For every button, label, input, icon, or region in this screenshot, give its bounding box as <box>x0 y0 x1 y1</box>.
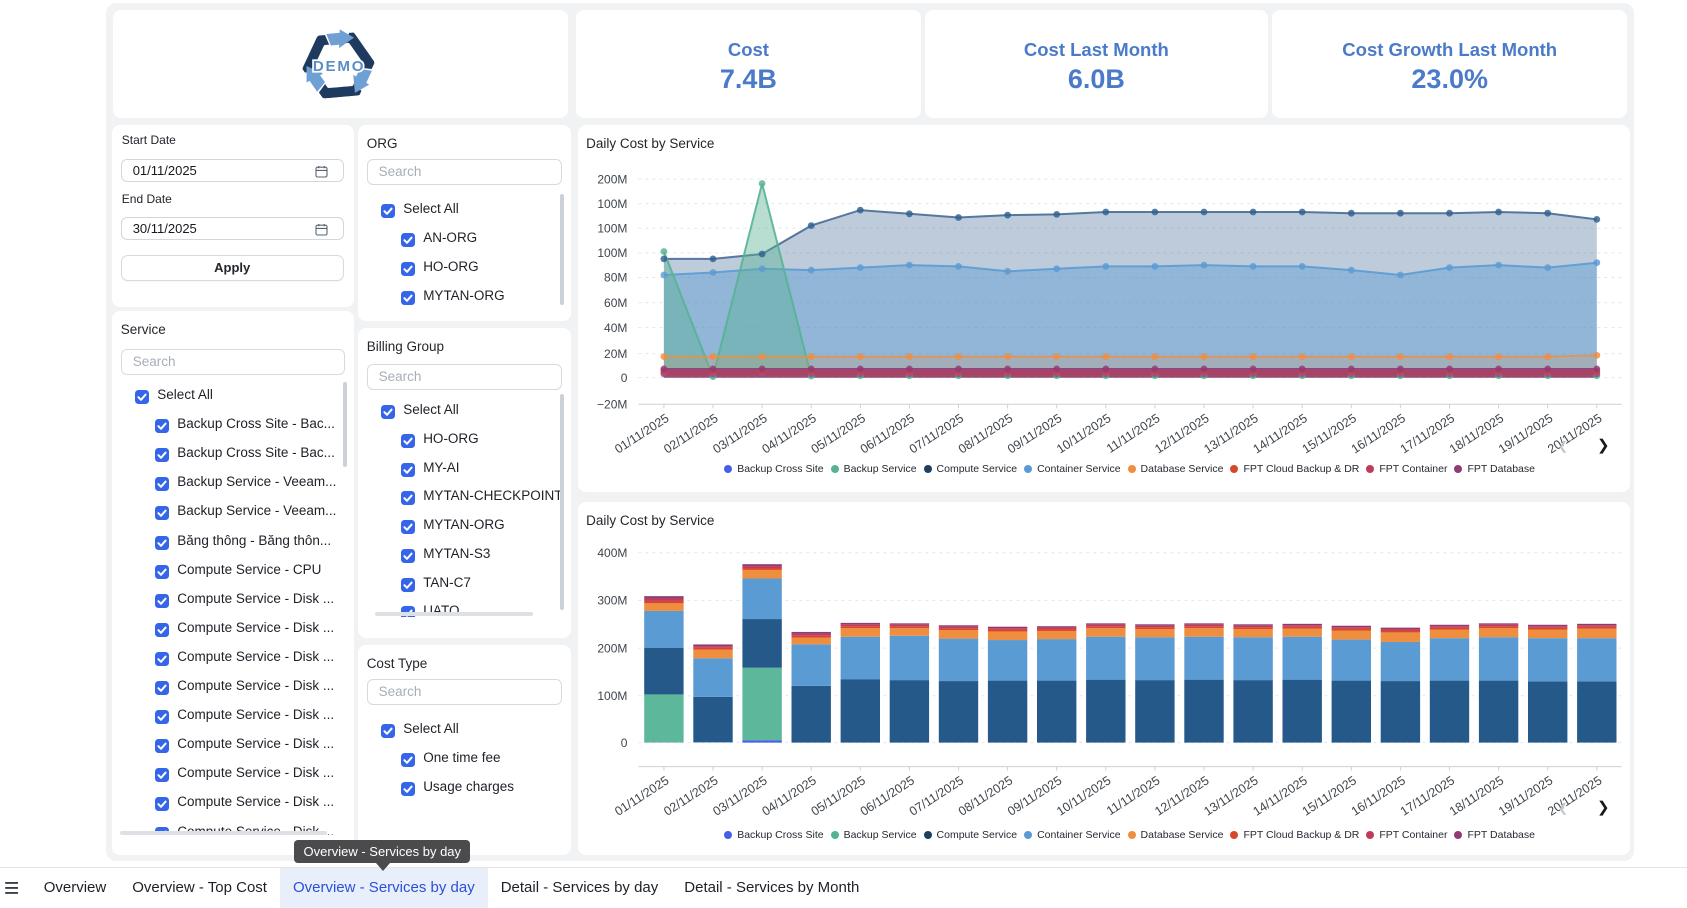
svg-text:20/11/2025: 20/11/2025 <box>1545 411 1604 456</box>
svg-text:15/11/2025: 15/11/2025 <box>1299 773 1358 818</box>
svg-text:01/11/2025: 01/11/2025 <box>612 773 671 818</box>
svg-text:−20M: −20M <box>597 398 627 412</box>
svg-text:10/11/2025: 10/11/2025 <box>1054 411 1113 456</box>
svg-text:DEMO: DEMO <box>312 58 365 75</box>
svg-text:100M: 100M <box>597 222 627 236</box>
svg-text:0: 0 <box>620 371 627 385</box>
svg-text:❮: ❮ <box>1558 801 1568 815</box>
svg-text:07/11/2025: 07/11/2025 <box>906 411 965 456</box>
svg-text:19/11/2025: 19/11/2025 <box>1496 773 1555 818</box>
svg-text:200M: 200M <box>597 641 627 655</box>
svg-text:08/11/2025: 08/11/2025 <box>956 411 1015 456</box>
svg-text:100M: 100M <box>597 689 627 703</box>
svg-text:02/11/2025: 02/11/2025 <box>661 773 720 818</box>
svg-text:12/11/2025: 12/11/2025 <box>1152 411 1211 456</box>
svg-text:09/11/2025: 09/11/2025 <box>1005 773 1064 818</box>
svg-text:13/11/2025: 13/11/2025 <box>1201 411 1260 456</box>
svg-text:05/11/2025: 05/11/2025 <box>808 411 867 456</box>
svg-text:❯: ❯ <box>1597 437 1610 454</box>
svg-text:18/11/2025: 18/11/2025 <box>1447 773 1506 818</box>
svg-text:100M: 100M <box>597 197 627 211</box>
svg-text:400M: 400M <box>597 545 627 559</box>
svg-text:19/11/2025: 19/11/2025 <box>1496 411 1555 456</box>
svg-text:17/11/2025: 17/11/2025 <box>1397 411 1456 456</box>
svg-text:❯: ❯ <box>1597 799 1610 816</box>
svg-text:14/11/2025: 14/11/2025 <box>1250 773 1309 818</box>
svg-text:20M: 20M <box>604 347 627 361</box>
svg-text:200M: 200M <box>597 173 627 187</box>
svg-text:04/11/2025: 04/11/2025 <box>759 773 818 818</box>
svg-text:40M: 40M <box>604 321 627 335</box>
svg-text:❮: ❮ <box>1558 439 1568 453</box>
svg-text:01/11/2025: 01/11/2025 <box>612 411 671 456</box>
svg-text:16/11/2025: 16/11/2025 <box>1348 773 1407 818</box>
svg-text:300M: 300M <box>597 593 627 607</box>
svg-text:11/11/2025: 11/11/2025 <box>1104 773 1163 818</box>
svg-text:06/11/2025: 06/11/2025 <box>857 411 916 456</box>
svg-text:07/11/2025: 07/11/2025 <box>906 773 965 818</box>
svg-text:14/11/2025: 14/11/2025 <box>1250 411 1309 456</box>
svg-text:60M: 60M <box>604 296 627 310</box>
svg-text:02/11/2025: 02/11/2025 <box>661 411 720 456</box>
svg-text:04/11/2025: 04/11/2025 <box>759 411 818 456</box>
svg-text:09/11/2025: 09/11/2025 <box>1005 411 1064 456</box>
svg-text:15/11/2025: 15/11/2025 <box>1299 411 1358 456</box>
svg-text:06/11/2025: 06/11/2025 <box>857 773 916 818</box>
svg-text:08/11/2025: 08/11/2025 <box>956 773 1015 818</box>
svg-text:03/11/2025: 03/11/2025 <box>710 773 769 818</box>
svg-text:13/11/2025: 13/11/2025 <box>1201 773 1260 818</box>
svg-text:100M: 100M <box>597 246 627 260</box>
svg-text:12/11/2025: 12/11/2025 <box>1152 773 1211 818</box>
svg-text:80M: 80M <box>604 271 627 285</box>
svg-text:11/11/2025: 11/11/2025 <box>1104 411 1163 456</box>
svg-text:05/11/2025: 05/11/2025 <box>808 773 867 818</box>
svg-text:03/11/2025: 03/11/2025 <box>710 411 769 456</box>
svg-text:17/11/2025: 17/11/2025 <box>1397 773 1456 818</box>
svg-text:18/11/2025: 18/11/2025 <box>1447 411 1506 456</box>
svg-text:10/11/2025: 10/11/2025 <box>1054 773 1113 818</box>
svg-text:20/11/2025: 20/11/2025 <box>1545 773 1604 818</box>
svg-text:16/11/2025: 16/11/2025 <box>1348 411 1407 456</box>
svg-text:0: 0 <box>620 735 627 749</box>
